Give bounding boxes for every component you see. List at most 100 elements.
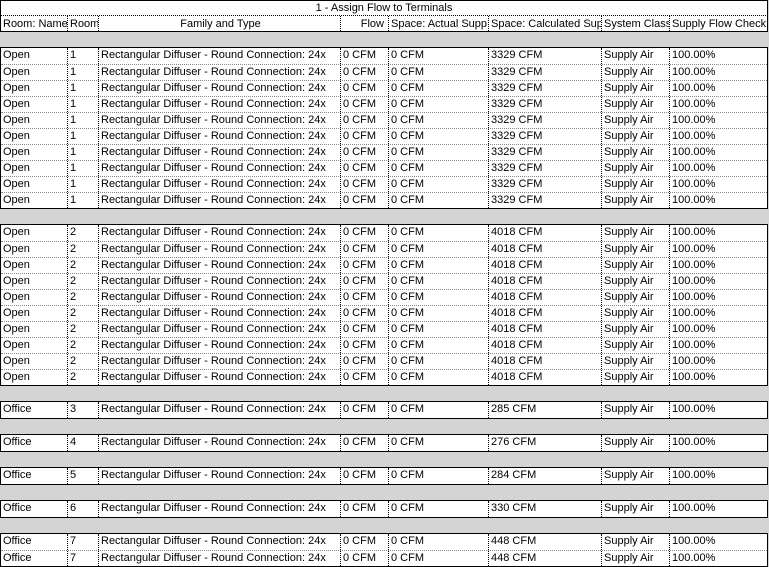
- table-row[interactable]: Office 5 Rectangular Diffuser - Round Conn…: [1, 468, 767, 484]
- cell-room-number[interactable]: 1: [67, 129, 98, 144]
- cell-system-class[interactable]: Supply Air: [601, 48, 669, 64]
- cell-room-name[interactable]: Open: [1, 225, 67, 241]
- cell-room-name[interactable]: Open: [1, 129, 67, 144]
- cell-supply-flow-check[interactable]: 100.00%: [669, 193, 767, 208]
- cell-supply-flow-check[interactable]: 100.00%: [669, 370, 767, 385]
- cell-system-class[interactable]: Supply Air: [601, 338, 669, 353]
- cell-space-calculated-supply[interactable]: 330 CFM: [488, 501, 601, 517]
- cell-space-calculated-supply[interactable]: 4018 CFM: [488, 370, 601, 385]
- cell-system-class[interactable]: Supply Air: [601, 97, 669, 112]
- cell-room-name[interactable]: Open: [1, 354, 67, 369]
- cell-family-and-type[interactable]: Rectangular Diffuser - Round Connection:…: [98, 129, 340, 144]
- cell-room-number[interactable]: 1: [67, 177, 98, 192]
- cell-family-and-type[interactable]: Rectangular Diffuser - Round Connection:…: [98, 551, 340, 566]
- cell-family-and-type[interactable]: Rectangular Diffuser - Round Connection:…: [98, 65, 340, 80]
- cell-space-calculated-supply[interactable]: 4018 CFM: [488, 274, 601, 289]
- cell-room-number[interactable]: 2: [67, 258, 98, 273]
- cell-room-number[interactable]: 7: [67, 551, 98, 566]
- cell-supply-flow-check[interactable]: 100.00%: [669, 290, 767, 305]
- cell-room-number[interactable]: 1: [67, 48, 98, 64]
- column-header-space-calculated-supply[interactable]: Space: Calculated Sup: [488, 16, 601, 31]
- cell-system-class[interactable]: Supply Air: [601, 161, 669, 176]
- cell-family-and-type[interactable]: Rectangular Diffuser - Round Connection:…: [98, 161, 340, 176]
- cell-flow[interactable]: 0 CFM: [340, 225, 388, 241]
- cell-space-actual-supply[interactable]: 0 CFM: [388, 242, 488, 257]
- cell-supply-flow-check[interactable]: 100.00%: [669, 435, 767, 451]
- cell-system-class[interactable]: Supply Air: [601, 113, 669, 128]
- cell-room-name[interactable]: Open: [1, 338, 67, 353]
- cell-flow[interactable]: 0 CFM: [340, 306, 388, 321]
- column-header-space-actual-supply[interactable]: Space: Actual Supp: [388, 16, 488, 31]
- cell-room-number[interactable]: 1: [67, 161, 98, 176]
- table-row[interactable]: Open 1 Rectangular Diffuser - Round Connec…: [1, 64, 767, 80]
- cell-family-and-type[interactable]: Rectangular Diffuser - Round Connection:…: [98, 242, 340, 257]
- cell-flow[interactable]: 0 CFM: [340, 258, 388, 273]
- cell-space-actual-supply[interactable]: 0 CFM: [388, 290, 488, 305]
- cell-room-name[interactable]: Open: [1, 113, 67, 128]
- table-row[interactable]: Open 2 Rectangular Diffuser - Round Connec…: [1, 225, 767, 241]
- cell-room-name[interactable]: Open: [1, 306, 67, 321]
- column-header-flow[interactable]: Flow: [340, 16, 388, 31]
- table-row[interactable]: Open 1 Rectangular Diffuser - Round Connec…: [1, 192, 767, 208]
- cell-space-calculated-supply[interactable]: 276 CFM: [488, 435, 601, 451]
- cell-room-name[interactable]: Open: [1, 258, 67, 273]
- column-header-room-name[interactable]: Room: Name: [1, 16, 67, 31]
- cell-space-actual-supply[interactable]: 0 CFM: [388, 402, 488, 418]
- table-row[interactable]: Open 1 Rectangular Diffuser - Round Connec…: [1, 128, 767, 144]
- cell-space-actual-supply[interactable]: 0 CFM: [388, 81, 488, 96]
- cell-space-actual-supply[interactable]: 0 CFM: [388, 161, 488, 176]
- cell-supply-flow-check[interactable]: 100.00%: [669, 145, 767, 160]
- cell-system-class[interactable]: Supply Air: [601, 468, 669, 484]
- cell-flow[interactable]: 0 CFM: [340, 161, 388, 176]
- cell-room-number[interactable]: 1: [67, 81, 98, 96]
- table-row[interactable]: Open 1 Rectangular Diffuser - Round Connec…: [1, 96, 767, 112]
- cell-system-class[interactable]: Supply Air: [601, 402, 669, 418]
- cell-family-and-type[interactable]: Rectangular Diffuser - Round Connection:…: [98, 274, 340, 289]
- cell-room-number[interactable]: 1: [67, 145, 98, 160]
- cell-flow[interactable]: 0 CFM: [340, 81, 388, 96]
- column-header-family-and-type[interactable]: Family and Type: [98, 16, 340, 31]
- cell-space-calculated-supply[interactable]: 4018 CFM: [488, 306, 601, 321]
- cell-flow[interactable]: 0 CFM: [340, 435, 388, 451]
- cell-system-class[interactable]: Supply Air: [601, 370, 669, 385]
- cell-space-calculated-supply[interactable]: 3329 CFM: [488, 161, 601, 176]
- cell-room-number[interactable]: 2: [67, 354, 98, 369]
- cell-room-name[interactable]: Open: [1, 97, 67, 112]
- cell-space-actual-supply[interactable]: 0 CFM: [388, 338, 488, 353]
- cell-flow[interactable]: 0 CFM: [340, 322, 388, 337]
- column-header-supply-flow-check[interactable]: Supply Flow Check: [669, 16, 767, 31]
- cell-flow[interactable]: 0 CFM: [340, 129, 388, 144]
- cell-family-and-type[interactable]: Rectangular Diffuser - Round Connection:…: [98, 290, 340, 305]
- cell-supply-flow-check[interactable]: 100.00%: [669, 97, 767, 112]
- cell-system-class[interactable]: Supply Air: [601, 274, 669, 289]
- cell-space-calculated-supply[interactable]: 4018 CFM: [488, 290, 601, 305]
- cell-flow[interactable]: 0 CFM: [340, 290, 388, 305]
- cell-system-class[interactable]: Supply Air: [601, 551, 669, 566]
- table-row[interactable]: Office 3 Rectangular Diffuser - Round Conn…: [1, 402, 767, 418]
- cell-family-and-type[interactable]: Rectangular Diffuser - Round Connection:…: [98, 501, 340, 517]
- table-row[interactable]: Office 4 Rectangular Diffuser - Round Conn…: [1, 435, 767, 451]
- cell-room-name[interactable]: Open: [1, 322, 67, 337]
- cell-system-class[interactable]: Supply Air: [601, 322, 669, 337]
- cell-family-and-type[interactable]: Rectangular Diffuser - Round Connection:…: [98, 97, 340, 112]
- cell-family-and-type[interactable]: Rectangular Diffuser - Round Connection:…: [98, 354, 340, 369]
- cell-space-calculated-supply[interactable]: 3329 CFM: [488, 145, 601, 160]
- cell-space-calculated-supply[interactable]: 4018 CFM: [488, 225, 601, 241]
- cell-flow[interactable]: 0 CFM: [340, 97, 388, 112]
- cell-room-name[interactable]: Open: [1, 65, 67, 80]
- table-row[interactable]: Open 1 Rectangular Diffuser - Round Connec…: [1, 144, 767, 160]
- cell-supply-flow-check[interactable]: 100.00%: [669, 551, 767, 566]
- cell-family-and-type[interactable]: Rectangular Diffuser - Round Connection:…: [98, 306, 340, 321]
- cell-supply-flow-check[interactable]: 100.00%: [669, 65, 767, 80]
- cell-supply-flow-check[interactable]: 100.00%: [669, 274, 767, 289]
- cell-system-class[interactable]: Supply Air: [601, 290, 669, 305]
- cell-space-actual-supply[interactable]: 0 CFM: [388, 306, 488, 321]
- cell-system-class[interactable]: Supply Air: [601, 435, 669, 451]
- cell-space-calculated-supply[interactable]: 448 CFM: [488, 534, 601, 550]
- cell-room-number[interactable]: 2: [67, 306, 98, 321]
- cell-space-calculated-supply[interactable]: 3329 CFM: [488, 48, 601, 64]
- cell-supply-flow-check[interactable]: 100.00%: [669, 242, 767, 257]
- cell-system-class[interactable]: Supply Air: [601, 501, 669, 517]
- cell-room-name[interactable]: Open: [1, 145, 67, 160]
- table-row[interactable]: Open 1 Rectangular Diffuser - Round Connec…: [1, 48, 767, 64]
